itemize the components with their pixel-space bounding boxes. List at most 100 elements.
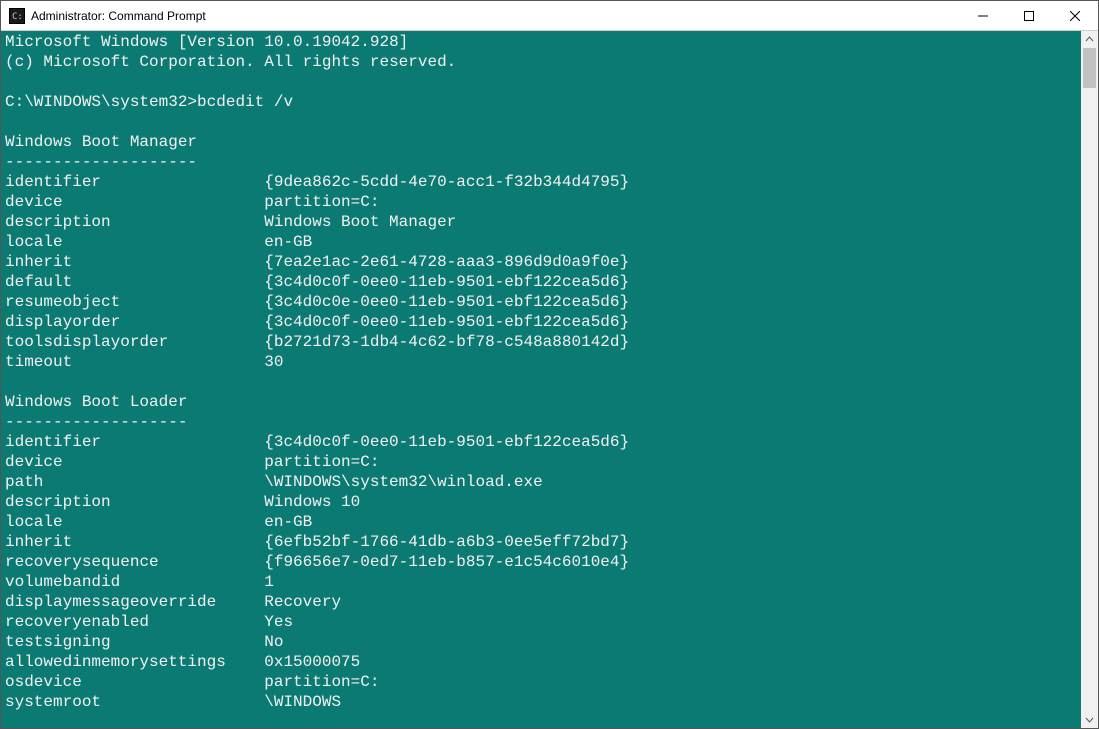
vertical-scrollbar[interactable] [1081,31,1098,728]
kv-value: Yes [264,613,293,631]
close-icon [1070,11,1080,21]
kv-value: partition=C: [264,673,379,691]
terminal-blank-line [5,112,1081,132]
client-area: Microsoft Windows [Version 10.0.19042.92… [1,31,1098,728]
kv-key: testsigning [5,632,264,652]
terminal-kv-line: testsigningNo [5,632,1081,652]
kv-value: {3c4d0c0e-0ee0-11eb-9501-ebf122cea5d6} [264,293,629,311]
minimize-button[interactable] [960,1,1006,31]
terminal-line: -------------------- [5,152,1081,172]
kv-value: en-GB [264,513,312,531]
close-button[interactable] [1052,1,1098,31]
kv-key: description [5,492,264,512]
kv-key: toolsdisplayorder [5,332,264,352]
terminal-kv-line: inherit{6efb52bf-1766-41db-a6b3-0ee5eff7… [5,532,1081,552]
kv-key: displayorder [5,312,264,332]
terminal-line: Windows Boot Loader [5,392,1081,412]
terminal-line: ------------------- [5,412,1081,432]
titlebar[interactable]: C: Administrator: Command Prompt [1,1,1098,31]
terminal-kv-line: volumebandid1 [5,572,1081,592]
terminal-kv-line: identifier{9dea862c-5cdd-4e70-acc1-f32b3… [5,172,1081,192]
chevron-down-icon [1085,715,1094,724]
kv-value: {b2721d73-1db4-4c62-bf78-c548a880142d} [264,333,629,351]
kv-value: {f96656e7-0ed7-11eb-b857-e1c54c6010e4} [264,553,629,571]
kv-value: No [264,633,283,651]
kv-value: {3c4d0c0f-0ee0-11eb-9501-ebf122cea5d6} [264,313,629,331]
terminal-kv-line: toolsdisplayorder{b2721d73-1db4-4c62-bf7… [5,332,1081,352]
kv-value: en-GB [264,233,312,251]
terminal-kv-line: localeen-GB [5,232,1081,252]
kv-key: path [5,472,264,492]
terminal-kv-line: systemroot\WINDOWS [5,692,1081,712]
terminal-kv-line: resumeobject{3c4d0c0e-0ee0-11eb-9501-ebf… [5,292,1081,312]
chevron-up-icon [1085,35,1094,44]
kv-value: Windows Boot Manager [264,213,456,231]
kv-value: {6efb52bf-1766-41db-a6b3-0ee5eff72bd7} [264,533,629,551]
terminal-blank-line [5,72,1081,92]
kv-key: resumeobject [5,292,264,312]
terminal-kv-line: osdevicepartition=C: [5,672,1081,692]
kv-key: device [5,192,264,212]
kv-key: displaymessageoverride [5,592,264,612]
kv-value: {9dea862c-5cdd-4e70-acc1-f32b344d4795} [264,173,629,191]
kv-key: volumebandid [5,572,264,592]
kv-key: identifier [5,432,264,452]
terminal-kv-line: recoverysequence{f96656e7-0ed7-11eb-b857… [5,552,1081,572]
kv-value: \WINDOWS [264,693,341,711]
cmd-icon: C: [9,8,25,24]
scroll-down-button[interactable] [1081,711,1098,728]
terminal-kv-line: localeen-GB [5,512,1081,532]
terminal-line: Windows Boot Manager [5,132,1081,152]
kv-key: systemroot [5,692,264,712]
kv-key: default [5,272,264,292]
scroll-up-button[interactable] [1081,31,1098,48]
terminal-kv-line: timeout30 [5,352,1081,372]
kv-value: Recovery [264,593,341,611]
window-title: Administrator: Command Prompt [31,9,206,23]
kv-key: osdevice [5,672,264,692]
terminal-kv-line: displaymessageoverrideRecovery [5,592,1081,612]
kv-value: 1 [264,573,274,591]
kv-key: inherit [5,532,264,552]
kv-key: locale [5,232,264,252]
terminal-kv-line: descriptionWindows 10 [5,492,1081,512]
terminal-line: Microsoft Windows [Version 10.0.19042.92… [5,32,1081,52]
kv-key: inherit [5,252,264,272]
terminal-kv-line: allowedinmemorysettings0x15000075 [5,652,1081,672]
kv-key: recoveryenabled [5,612,264,632]
kv-key: device [5,452,264,472]
kv-value: {3c4d0c0f-0ee0-11eb-9501-ebf122cea5d6} [264,433,629,451]
kv-value: partition=C: [264,193,379,211]
terminal-line: (c) Microsoft Corporation. All rights re… [5,52,1081,72]
terminal-kv-line: devicepartition=C: [5,452,1081,472]
terminal-kv-line: recoveryenabledYes [5,612,1081,632]
terminal-output[interactable]: Microsoft Windows [Version 10.0.19042.92… [1,31,1081,728]
kv-key: locale [5,512,264,532]
terminal-kv-line: default{3c4d0c0f-0ee0-11eb-9501-ebf122ce… [5,272,1081,292]
kv-value: \WINDOWS\system32\winload.exe [264,473,542,491]
kv-key: allowedinmemorysettings [5,652,264,672]
terminal-blank-line [5,372,1081,392]
terminal-kv-line: displayorder{3c4d0c0f-0ee0-11eb-9501-ebf… [5,312,1081,332]
scroll-thumb[interactable] [1083,48,1096,88]
terminal-kv-line: identifier{3c4d0c0f-0ee0-11eb-9501-ebf12… [5,432,1081,452]
app-window: C: Administrator: Command Prompt Microso… [0,0,1099,729]
kv-key: recoverysequence [5,552,264,572]
terminal-kv-line: inherit{7ea2e1ac-2e61-4728-aaa3-896d9d0a… [5,252,1081,272]
terminal-kv-line: path\WINDOWS\system32\winload.exe [5,472,1081,492]
maximize-button[interactable] [1006,1,1052,31]
minimize-icon [978,11,988,21]
scroll-track[interactable] [1081,48,1098,711]
terminal-kv-line: devicepartition=C: [5,192,1081,212]
svg-text:C:: C: [12,12,23,22]
kv-value: 30 [264,353,283,371]
terminal-line: C:\WINDOWS\system32>bcdedit /v [5,92,1081,112]
kv-key: identifier [5,172,264,192]
kv-key: description [5,212,264,232]
kv-value: {3c4d0c0f-0ee0-11eb-9501-ebf122cea5d6} [264,273,629,291]
kv-value: partition=C: [264,453,379,471]
terminal-kv-line: descriptionWindows Boot Manager [5,212,1081,232]
kv-value: Windows 10 [264,493,360,511]
kv-key: timeout [5,352,264,372]
kv-value: {7ea2e1ac-2e61-4728-aaa3-896d9d0a9f0e} [264,253,629,271]
